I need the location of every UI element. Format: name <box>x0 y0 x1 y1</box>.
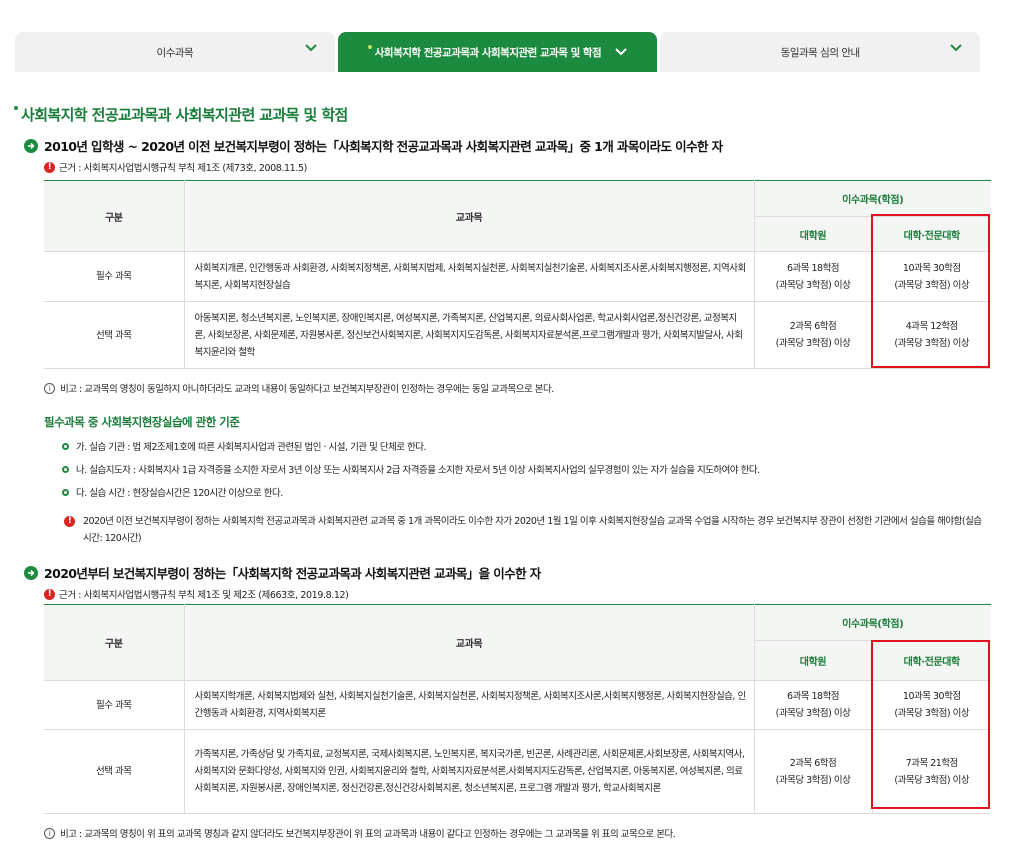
section2-heading: 2020년부터 보건복지부령이 정하는「사회복지학 전공교과목과 사회복지관련 … <box>24 563 541 582</box>
exclamation-icon: ! <box>44 588 55 600</box>
row-univ-credits: 4과목 12학점 (과목당 3학점) 이상 <box>871 301 991 369</box>
header-subjects: 교과목 <box>183 180 755 252</box>
header-subjects: 교과목 <box>183 604 755 681</box>
table-row: 선택 과목 아동복지론, 청소년복지론, 노인복지론, 장애인복지론, 여성복지… <box>44 301 991 369</box>
row-category: 선택 과목 <box>44 301 185 369</box>
table-row: 필수 과목 사회복지개론, 인간행동과 사회환경, 사회복지정책론, 사회복지법… <box>44 251 991 302</box>
header-category: 구분 <box>44 604 185 681</box>
tab-label: 동일과목 심의 안내 <box>780 46 860 59</box>
row-subjects: 가족복지론, 가족상담 및 가족치료, 교정복지론, 국제사회복지론, 노인복지… <box>183 729 755 814</box>
header-category: 구분 <box>44 180 185 252</box>
tab-label: 사회복지학 전공교과목과 사회복지관련 교과목 및 학점 <box>374 46 602 59</box>
section1-heading: 2010년 입학생 ~ 2020년 이전 보건복지부령이 정하는「사회복지학 전… <box>24 136 723 155</box>
bullet-icon <box>62 442 69 450</box>
arrow-right-circle-icon <box>24 565 38 580</box>
table-row: 선택 과목 가족복지론, 가족상담 및 가족치료, 교정복지론, 국제사회복지론… <box>44 729 991 814</box>
row-subjects: 사회복지개론, 인간행동과 사회환경, 사회복지정책론, 사회복지법제, 사회복… <box>183 251 755 302</box>
chevron-down-icon <box>615 48 627 56</box>
bullet-icon <box>62 465 69 473</box>
chevron-down-icon <box>950 44 962 52</box>
list-item: 다. 실습 시간 : 현장실습시간은 120시간 이상으로 한다. <box>62 485 283 499</box>
row-subjects: 아동복지론, 청소년복지론, 노인복지론, 장애인복지론, 여성복지론, 가족복… <box>183 301 755 369</box>
practice-warning: ! 2020년 이전 보건복지부령이 정하는 사회복지학 전공교과목과 사회복지… <box>64 513 984 547</box>
title-dot-icon <box>14 106 18 110</box>
row-grad-credits: 6과목 18학점 (과목당 3학점) 이상 <box>753 251 873 302</box>
exclamation-icon: ! <box>64 516 75 527</box>
row-category: 필수 과목 <box>44 680 185 730</box>
section2-note: i 비고 : 교과목의 명칭이 위 표의 교과목 명칭과 같지 않더라도 보건복… <box>44 826 676 840</box>
header-univ: 대학·전문대학 <box>871 216 991 252</box>
header-grad: 대학원 <box>754 640 873 681</box>
row-univ-credits: 10과목 30학점 (과목당 3학점) 이상 <box>871 251 991 302</box>
row-univ-credits: 10과목 30학점 (과목당 3학점) 이상 <box>871 680 991 730</box>
page-title: 사회복지학 전공교과목과 사회복지관련 교과목 및 학점 <box>14 104 348 125</box>
tab-major-subjects[interactable]: 사회복지학 전공교과목과 사회복지관련 교과목 및 학점 <box>337 32 658 72</box>
section2-basis: ! 근거 : 사회복지사업법시행규칙 부칙 제1조 및 제2조 (제663호, … <box>44 587 349 601</box>
row-category: 필수 과목 <box>44 251 185 302</box>
list-item: 가. 실습 기관 : 법 제2조제1호에 따른 사회복지사업과 관련된 법인 ·… <box>62 439 427 453</box>
chevron-down-icon <box>304 44 317 52</box>
practice-title: 필수과목 중 사회복지현장실습에 관한 기준 <box>44 415 240 429</box>
header-credits: 이수과목(학점) <box>753 180 991 217</box>
header-univ: 대학·전문대학 <box>871 640 991 681</box>
row-subjects: 사회복지학개론, 사회복지법제와 실천, 사회복지실천기술론, 사회복지실천론,… <box>183 680 755 730</box>
table-row: 필수 과목 사회복지학개론, 사회복지법제와 실천, 사회복지실천기술론, 사회… <box>44 680 991 730</box>
row-grad-credits: 2과목 6학점 (과목당 3학점) 이상 <box>753 301 873 369</box>
section1-note: i 비고 : 교과목의 명칭이 동일하지 아니하더라도 교과의 내용이 동일하다… <box>44 381 554 395</box>
row-univ-credits: 7과목 21학점 (과목당 3학점) 이상 <box>871 729 991 814</box>
tab-bar: 이수과목 사회복지학 전공교과목과 사회복지관련 교과목 및 학점 동일과목 심… <box>15 32 981 72</box>
header-grad: 대학원 <box>754 216 873 252</box>
tab-courses[interactable]: 이수과목 <box>15 32 335 72</box>
arrow-right-circle-icon <box>24 138 38 153</box>
section1-basis: ! 근거 : 사회복지사업법시행규칙 부칙 제1조 (제73호, 2008.11… <box>44 160 307 174</box>
row-grad-credits: 6과목 18학점 (과목당 3학점) 이상 <box>753 680 873 730</box>
info-icon: i <box>44 382 55 394</box>
exclamation-icon: ! <box>44 161 55 173</box>
section1-table: 구분 교과목 이수과목(학점) 대학원 대학·전문대학 필수 과목 사회복지개론… <box>44 180 991 369</box>
info-icon: i <box>44 827 55 839</box>
row-category: 선택 과목 <box>44 729 185 814</box>
tab-active-dot-icon <box>367 45 372 49</box>
row-grad-credits: 2과목 6학점 (과목당 3학점) 이상 <box>753 729 873 814</box>
section2-table: 구분 교과목 이수과목(학점) 대학원 대학·전문대학 필수 과목 사회복지학개… <box>44 604 991 814</box>
list-item: 나. 실습지도자 : 사회복지사 1급 자격증을 소지한 자로서 3년 이상 또… <box>62 462 760 476</box>
tab-equivalent-review[interactable]: 동일과목 심의 안내 <box>660 32 981 72</box>
bullet-icon <box>62 488 69 496</box>
header-credits: 이수과목(학점) <box>753 604 991 641</box>
tab-label: 이수과목 <box>156 46 194 59</box>
